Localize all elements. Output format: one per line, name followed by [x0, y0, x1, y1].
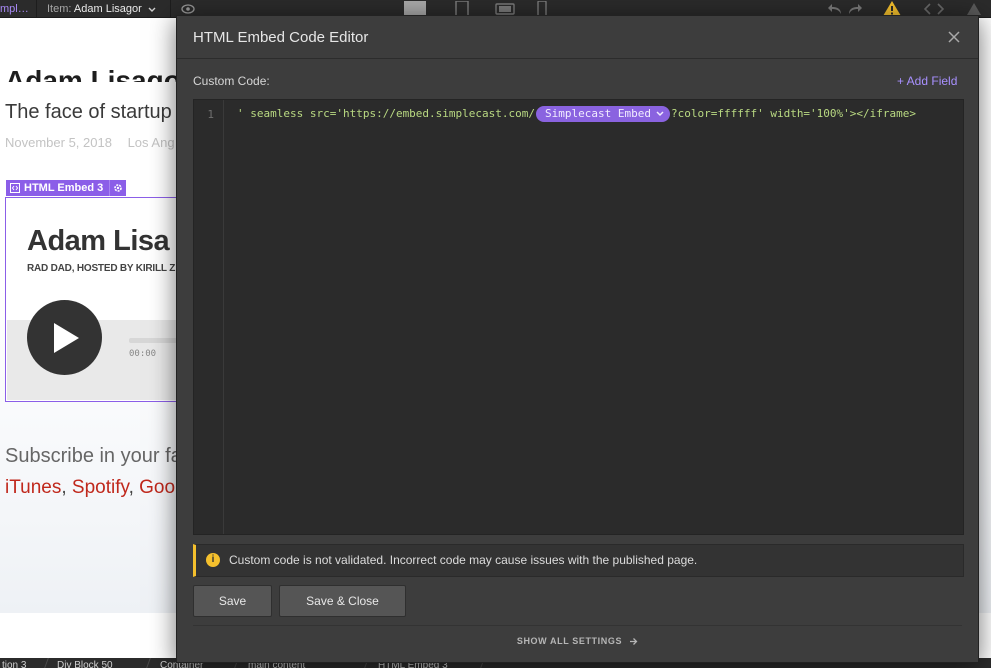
- arrow-right-icon: [629, 637, 638, 648]
- selected-element-label[interactable]: HTML Embed 3: [6, 180, 127, 196]
- toolbar-divider: [170, 0, 171, 17]
- close-icon[interactable]: [943, 26, 965, 48]
- gear-icon[interactable]: [109, 180, 126, 196]
- embed-icon: [10, 183, 20, 193]
- add-field-button[interactable]: + Add Field: [897, 74, 957, 88]
- toolbar-divider: [36, 0, 37, 17]
- code-editor[interactable]: 1 ' seamless src='https://embed.simpleca…: [193, 99, 964, 535]
- subscribe-links: iTunes, Spotify, Goo: [5, 477, 175, 499]
- player-subtitle: RAD DAD, HOSTED BY KIRILL Z: [27, 263, 176, 274]
- modal-header: HTML Embed Code Editor: [177, 16, 978, 59]
- post-location: Los Ang: [127, 135, 175, 150]
- simplecast-player: Adam Lisa RAD DAD, HOSTED BY KIRILL Z 00…: [7, 199, 186, 400]
- page-selector[interactable]: mpl…: [0, 2, 29, 16]
- modal-title: HTML Embed Code Editor: [193, 29, 369, 46]
- breadcrumb-item[interactable]: tion 3: [2, 660, 26, 668]
- html-embed-editor-modal: HTML Embed Code Editor Custom Code: + Ad…: [176, 15, 979, 663]
- post-title[interactable]: Adam Lisagor: [5, 66, 192, 82]
- chevron-down-icon: [148, 3, 156, 17]
- player-time: 00:00: [129, 349, 157, 359]
- breadcrumb-divider: [44, 658, 49, 668]
- notice-text: Custom code is not validated. Incorrect …: [229, 553, 698, 567]
- item-selector[interactable]: Item: Adam Lisagor: [47, 2, 156, 16]
- breadcrumb-item[interactable]: Div Block 50: [57, 660, 113, 668]
- validation-notice: i Custom code is not validated. Incorrec…: [193, 544, 964, 577]
- code-text-after: ?color=ffffff' width='100%'></iframe>: [670, 107, 917, 120]
- editor-gutter: 1: [194, 100, 224, 534]
- info-icon: i: [206, 553, 220, 567]
- link-spotify[interactable]: Spotify: [72, 477, 129, 498]
- chevron-down-icon: [656, 111, 664, 117]
- embed-field-token[interactable]: Simplecast Embed: [536, 106, 670, 122]
- play-icon: [27, 300, 102, 375]
- player-title: Adam Lisa: [27, 225, 170, 257]
- show-all-settings-link[interactable]: SHOW ALL SETTINGS: [177, 636, 978, 648]
- modal-divider: [193, 625, 962, 626]
- subscribe-text[interactable]: Subscribe in your fa: [5, 445, 182, 468]
- link-separator: ,: [61, 477, 72, 498]
- post-subtitle[interactable]: The face of startup: [5, 101, 172, 124]
- post-date: November 5, 2018: [5, 135, 112, 150]
- page-crumb-text: mpl…: [0, 3, 29, 15]
- code-text-before: ' seamless src='https://embed.simplecast…: [237, 107, 536, 120]
- html-embed-element[interactable]: Adam Lisa RAD DAD, HOSTED BY KIRILL Z 00…: [5, 197, 187, 402]
- item-label: Item:: [47, 3, 72, 15]
- token-label: Simplecast Embed: [545, 107, 651, 120]
- post-meta: November 5, 2018 Los Ang: [5, 135, 175, 150]
- link-separator: ,: [128, 477, 140, 498]
- code-line[interactable]: ' seamless src='https://embed.simplecast…: [237, 106, 916, 122]
- show-all-settings-label: SHOW ALL SETTINGS: [516, 636, 623, 646]
- line-number: 1: [207, 108, 214, 121]
- save-and-close-button[interactable]: Save & Close: [279, 585, 406, 617]
- item-value: Adam Lisagor: [73, 3, 142, 15]
- custom-code-label: Custom Code:: [193, 74, 270, 88]
- link-itunes[interactable]: iTunes: [5, 477, 61, 498]
- link-google[interactable]: Goo: [139, 477, 175, 498]
- breadcrumb-divider: [146, 658, 151, 668]
- embed-label-text: HTML Embed 3: [24, 182, 104, 194]
- save-button[interactable]: Save: [193, 585, 272, 617]
